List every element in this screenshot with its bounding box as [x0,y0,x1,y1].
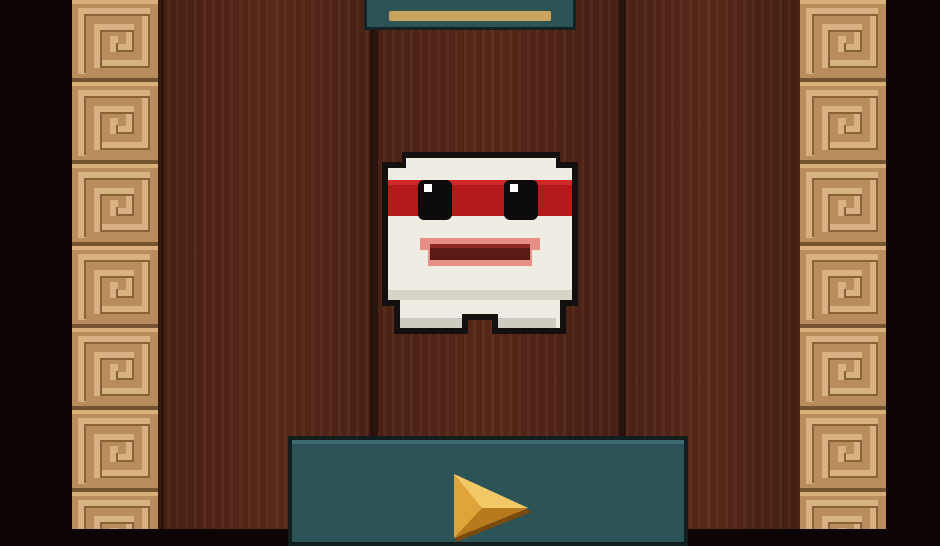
left-greek-pillar [72,0,158,529]
banner-label-cropped [389,11,551,21]
game-scene [0,0,940,546]
play-arrow-icon [454,474,532,542]
play-button[interactable] [288,436,688,546]
right-border [886,0,940,529]
top-title-banner [364,0,576,30]
character-ninja-icon [382,152,578,334]
right-greek-pillar [800,0,886,529]
left-border [0,0,72,529]
